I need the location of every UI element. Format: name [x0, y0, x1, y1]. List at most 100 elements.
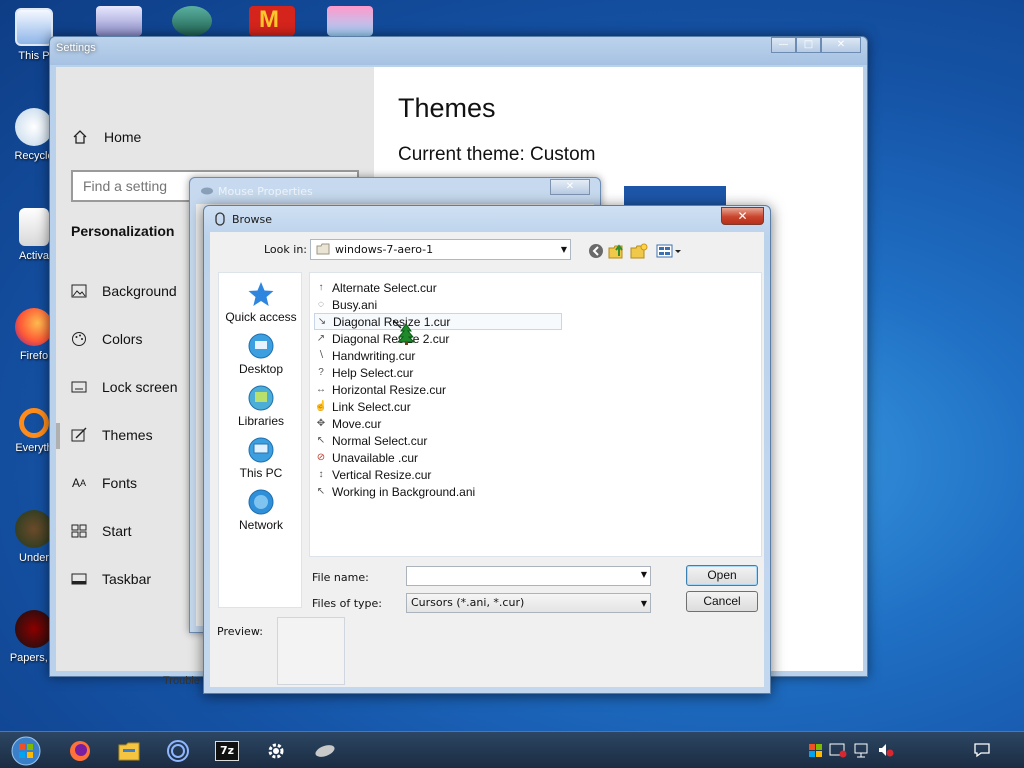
place-quick-access[interactable]: Quick access	[219, 279, 303, 324]
tray-security[interactable]	[829, 741, 847, 759]
nav-item-label: Lock screen	[102, 379, 178, 395]
file-item[interactable]: ✥ Move.cur	[314, 415, 556, 432]
files-of-type-select[interactable]: Cursors (*.ani, *.cur) ▼	[406, 593, 651, 613]
nav-item-fonts[interactable]: AA Fonts	[70, 468, 137, 498]
horizontal-resize-icon: ↔	[316, 384, 326, 395]
look-in-dropdown[interactable]: windows-7-aero-1 ▼	[310, 239, 571, 260]
settings-titlebar[interactable]: Settings — □ ✕	[50, 37, 867, 65]
open-button[interactable]: Open	[686, 565, 758, 586]
place-desktop[interactable]: Desktop	[219, 331, 303, 376]
file-name: Move.cur	[332, 416, 382, 431]
start-button[interactable]	[6, 732, 46, 768]
place-this-pc[interactable]: This PC	[219, 435, 303, 480]
cancel-button[interactable]: Cancel	[686, 591, 758, 612]
desktop-icon	[245, 331, 277, 361]
nav-home[interactable]: Home	[72, 129, 141, 145]
place-label: Libraries	[237, 414, 285, 428]
nav-item-colors[interactable]: Colors	[70, 324, 142, 354]
file-list[interactable]: ↑ Alternate Select.cur ◌ Busy.ani ↘ Diagona…	[309, 272, 762, 557]
taskbar-mouse[interactable]	[305, 732, 345, 768]
taskbar-file-explorer[interactable]	[109, 732, 149, 768]
tray-flag[interactable]	[806, 741, 824, 759]
maximize-button[interactable]: □	[796, 37, 821, 53]
folder-icon	[316, 243, 330, 255]
desktop-top-icon-2[interactable]	[172, 6, 212, 36]
desktop-icon-label: Activa	[19, 250, 49, 262]
place-label: This PC	[239, 466, 283, 480]
document-icon	[19, 208, 49, 246]
network-icon	[245, 487, 277, 517]
file-item[interactable]: ∖ Handwriting.cur	[314, 347, 556, 364]
start-orb-icon	[11, 736, 41, 765]
working-cursor-icon: ↖	[316, 486, 326, 497]
hand-cursor-icon: ☝	[314, 401, 328, 412]
file-item[interactable]: ⊘ Unavailable .cur	[314, 449, 556, 466]
new-folder-button[interactable]	[630, 242, 648, 260]
preview-label: Preview:	[217, 625, 263, 638]
diagonal-resize-icon: ↘	[317, 316, 327, 327]
7zip-icon: 7z	[215, 740, 239, 761]
close-button[interactable]: ✕	[821, 37, 861, 53]
file-item[interactable]: ? Help Select.cur	[314, 364, 556, 381]
desktop-top-icon-1[interactable]	[96, 6, 142, 36]
nav-item-label: Start	[102, 523, 132, 539]
file-name-field[interactable]: ▼	[406, 566, 651, 586]
taskbar: 7z	[0, 731, 1024, 768]
file-item[interactable]: ◌ Busy.ani	[314, 296, 556, 313]
nav-item-background[interactable]: Background	[70, 276, 177, 306]
close-button[interactable]: ✕	[721, 207, 764, 225]
nav-item-start[interactable]: Start	[70, 516, 132, 546]
nav-item-lock-screen[interactable]: Lock screen	[70, 372, 177, 402]
back-button[interactable]	[587, 242, 605, 260]
file-name-input[interactable]	[407, 567, 627, 585]
file-item[interactable]: ↑ Alternate Select.cur	[314, 279, 556, 296]
browse-dialog: Browse ✕ Look in: windows-7-aero-1 ▼ Qui…	[203, 205, 771, 694]
look-in-value: windows-7-aero-1	[335, 243, 434, 256]
nav-item-taskbar[interactable]: Taskbar	[70, 564, 151, 594]
vertical-resize-icon: ↕	[318, 469, 324, 480]
notification-icon	[974, 743, 990, 758]
file-item[interactable]: ↗ Diagonal Resize 2.cur	[314, 330, 556, 347]
mouse-icon	[201, 187, 213, 195]
file-name: Diagonal Resize 1.cur	[333, 314, 451, 329]
file-item[interactable]: ↖ Working in Background.ani	[314, 483, 556, 500]
file-item[interactable]: ☝ Link Select.cur	[314, 398, 556, 415]
minimize-button[interactable]: —	[771, 37, 796, 53]
file-item[interactable]: ↕ Vertical Resize.cur	[314, 466, 556, 483]
close-button[interactable]: ✕	[550, 179, 590, 195]
place-libraries[interactable]: Libraries	[219, 383, 303, 428]
desktop-icon-label: Recycle	[14, 150, 54, 162]
desktop-top-icon-3[interactable]: M	[249, 6, 295, 36]
nav-item-themes[interactable]: Themes	[70, 420, 153, 450]
firefox-icon	[70, 740, 90, 761]
up-one-level-button[interactable]	[608, 242, 626, 260]
palette-icon	[70, 330, 88, 348]
arrow-cursor-icon: ↖	[316, 435, 326, 446]
tray-notifications[interactable]	[973, 741, 991, 759]
chevron-down-icon[interactable]: ▼	[641, 570, 647, 579]
file-item[interactable]: ↖ Normal Select.cur	[314, 432, 556, 449]
file-item[interactable]: ↔ Horizontal Resize.cur	[314, 381, 556, 398]
taskbar-7zip[interactable]: 7z	[207, 732, 247, 768]
chevron-down-icon: ▼	[640, 599, 647, 608]
place-label: Quick access	[225, 310, 297, 324]
browse-title: Browse	[232, 213, 273, 226]
game-icon	[15, 510, 53, 548]
settings-gear-icon	[268, 743, 284, 758]
nav-selection-indicator	[56, 423, 60, 449]
taskbar-app[interactable]	[158, 732, 198, 768]
view-icon	[656, 244, 681, 258]
desktop-top-icon-4[interactable]	[327, 6, 373, 36]
taskbar-firefox[interactable]	[60, 732, 100, 768]
file-name: Busy.ani	[332, 297, 378, 312]
place-network[interactable]: Network	[219, 487, 303, 532]
file-item-selected[interactable]: ↘ Diagonal Resize 1.cur	[314, 313, 562, 330]
view-menu-button[interactable]	[656, 242, 682, 260]
tray-volume[interactable]	[877, 741, 895, 759]
file-name: Help Select.cur	[332, 365, 414, 380]
file-name: Handwriting.cur	[332, 348, 416, 363]
place-label: Network	[238, 518, 283, 532]
tray-network[interactable]	[853, 741, 871, 759]
lock-screen-icon	[70, 378, 88, 396]
taskbar-settings[interactable]	[256, 732, 296, 768]
